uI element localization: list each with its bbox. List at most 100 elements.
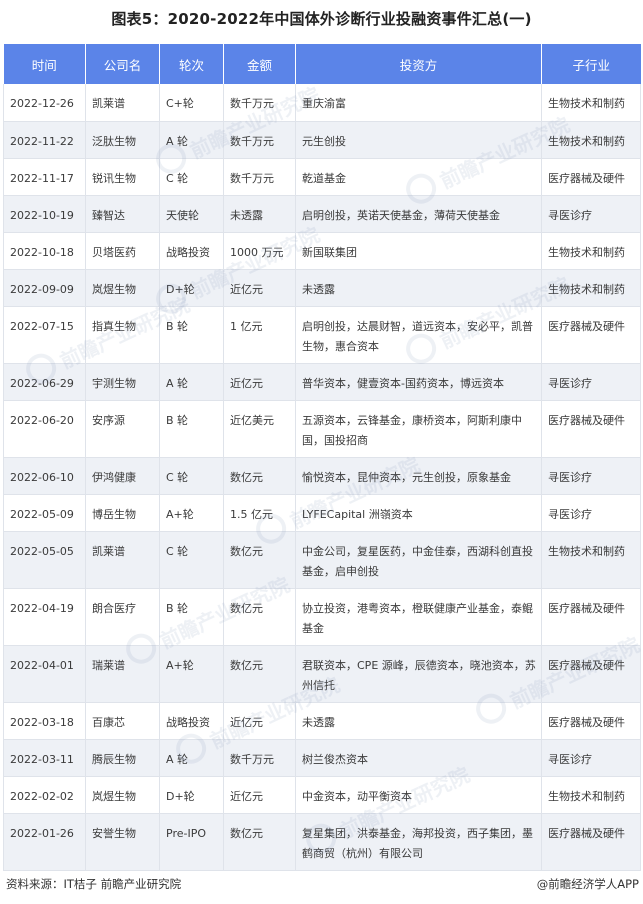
cell-round: B 轮: [159, 588, 224, 646]
cell-company: 锐讯生物: [85, 158, 160, 196]
table-row: 2022-01-26 安誉生物 Pre-IPO 数亿元 复星集团，洪泰基金，海邦…: [3, 813, 641, 871]
table-row: 2022-06-10 伊鸿健康 C 轮 数亿元 愉悦资本，昆仲资本，元生创投，原…: [3, 457, 641, 495]
figure-title: 图表5：2020-2022年中国体外诊断行业投融资事件汇总(一): [111, 10, 532, 28]
brand-credit: @前瞻经济学人APP: [536, 877, 639, 891]
cell-sector: 医疗器械及硬件: [541, 702, 641, 740]
cell-amount: 数千万元: [223, 121, 296, 159]
cell-company: 凯莱谱: [85, 84, 160, 122]
cell-investors: 中金资本，动平衡资本: [295, 776, 542, 814]
cell-investors: 未透露: [295, 702, 542, 740]
cell-round: B 轮: [159, 306, 224, 364]
cell-date: 2022-05-09: [3, 494, 86, 532]
cell-round: A 轮: [159, 739, 224, 777]
cell-company: 伊鸿健康: [85, 457, 160, 495]
cell-amount: 数亿元: [223, 588, 296, 646]
cell-sector: 寻医诊疗: [541, 195, 641, 233]
cell-sector: 医疗器械及硬件: [541, 813, 641, 871]
cell-investors: 协立投资，港粤资本，橙联健康产业基金，泰鲲基金: [295, 588, 542, 646]
cell-company: 臻智达: [85, 195, 160, 233]
cell-round: D+轮: [159, 776, 224, 814]
cell-round: C+轮: [159, 84, 224, 122]
cell-amount: 数亿元: [223, 813, 296, 871]
cell-date: 2022-11-17: [3, 158, 86, 196]
header-amount: 金额: [223, 44, 296, 84]
cell-round: 战略投资: [159, 702, 224, 740]
cell-round: A 轮: [159, 363, 224, 401]
cell-sector: 寻医诊疗: [541, 363, 641, 401]
cell-amount: 1 亿元: [223, 306, 296, 364]
cell-amount: 近亿元: [223, 702, 296, 740]
cell-sector: 生物技术和制药: [541, 121, 641, 159]
cell-amount: 近亿元: [223, 269, 296, 307]
table-row: 2022-04-01 瑞莱谱 A+轮 数亿元 君联资本，CPE 源峰，辰德资本，…: [3, 645, 641, 703]
cell-date: 2022-06-10: [3, 457, 86, 495]
cell-date: 2022-10-18: [3, 232, 86, 270]
cell-investors: 君联资本，CPE 源峰，辰德资本，晓池资本，苏州信托: [295, 645, 542, 703]
cell-round: A 轮: [159, 121, 224, 159]
cell-sector: 寻医诊疗: [541, 457, 641, 495]
cell-company: 博岳生物: [85, 494, 160, 532]
cell-investors: 复星集团，洪泰基金，海邦投资，西子集团，墨鹤商贸（杭州）有限公司: [295, 813, 542, 871]
cell-sector: 医疗器械及硬件: [541, 645, 641, 703]
cell-amount: 1000 万元: [223, 232, 296, 270]
table-row: 2022-07-15 指真生物 B 轮 1 亿元 启明创投，达晨财智，道远资本，…: [3, 306, 641, 364]
cell-company: 贝塔医药: [85, 232, 160, 270]
cell-amount: 数亿元: [223, 645, 296, 703]
cell-round: A+轮: [159, 645, 224, 703]
header-sector: 子行业: [541, 44, 641, 84]
cell-sector: 生物技术和制药: [541, 776, 641, 814]
cell-investors: 元生创投: [295, 121, 542, 159]
cell-company: 岚煜生物: [85, 269, 160, 307]
cell-investors: 未透露: [295, 269, 542, 307]
cell-company: 宇测生物: [85, 363, 160, 401]
cell-date: 2022-03-18: [3, 702, 86, 740]
cell-investors: 五源资本，云锋基金，康桥资本，阿斯利康中国，国投招商: [295, 400, 542, 458]
table-row: 2022-05-09 博岳生物 A+轮 1.5 亿元 LYFECapital 洲…: [3, 494, 641, 532]
cell-company: 安誉生物: [85, 813, 160, 871]
table-row: 2022-10-18 贝塔医药 战略投资 1000 万元 新国联集团 生物技术和…: [3, 232, 641, 270]
table-row: 2022-09-09 岚煜生物 D+轮 近亿元 未透露 生物技术和制药: [3, 269, 641, 307]
cell-date: 2022-12-26: [3, 84, 86, 122]
header-date: 时间: [3, 44, 86, 84]
table-row: 2022-03-11 腾辰生物 A 轮 数千万元 树兰俊杰资本 寻医诊疗: [3, 739, 641, 777]
cell-date: 2022-04-01: [3, 645, 86, 703]
cell-date: 2022-01-26: [3, 813, 86, 871]
cell-sector: 生物技术和制药: [541, 269, 641, 307]
cell-amount: 近亿元: [223, 363, 296, 401]
cell-round: Pre-IPO: [159, 813, 224, 871]
table-row: 2022-11-22 泛肽生物 A 轮 数千万元 元生创投 生物技术和制药: [3, 121, 641, 159]
cell-date: 2022-03-11: [3, 739, 86, 777]
cell-investors: 中金公司，复星医药，中金佳泰，西湖科创直投基金，启申创投: [295, 531, 542, 589]
cell-company: 百康芯: [85, 702, 160, 740]
cell-amount: 数千万元: [223, 84, 296, 122]
cell-date: 2022-06-20: [3, 400, 86, 458]
table-row: 2022-11-17 锐讯生物 C 轮 数千万元 乾道基金 医疗器械及硬件: [3, 158, 641, 196]
cell-sector: 生物技术和制药: [541, 84, 641, 122]
cell-sector: 医疗器械及硬件: [541, 400, 641, 458]
cell-investors: 树兰俊杰资本: [295, 739, 542, 777]
cell-round: 天使轮: [159, 195, 224, 233]
cell-investors: 启明创投，英诺天使基金，薄荷天使基金: [295, 195, 542, 233]
cell-round: D+轮: [159, 269, 224, 307]
cell-amount: 数千万元: [223, 158, 296, 196]
cell-amount: 数亿元: [223, 531, 296, 589]
cell-round: 战略投资: [159, 232, 224, 270]
cell-investors: 普华资本，健壹资本-国药资本，博远资本: [295, 363, 542, 401]
header-round: 轮次: [159, 44, 224, 84]
table-row: 2022-12-26 凯莱谱 C+轮 数千万元 重庆渝富 生物技术和制药: [3, 84, 641, 122]
cell-investors: 愉悦资本，昆仲资本，元生创投，原象基金: [295, 457, 542, 495]
table-header-row: 时间 公司名 轮次 金额 投资方 子行业: [3, 44, 641, 84]
cell-investors: 启明创投，达晨财智，道远资本，安必平，凯普生物，惠合资本: [295, 306, 542, 364]
table-row: 2022-04-19 朗合医疗 B 轮 数亿元 协立投资，港粤资本，橙联健康产业…: [3, 588, 641, 646]
cell-sector: 医疗器械及硬件: [541, 588, 641, 646]
cell-round: A+轮: [159, 494, 224, 532]
cell-amount: 近亿美元: [223, 400, 296, 458]
cell-sector: 生物技术和制药: [541, 531, 641, 589]
cell-round: C 轮: [159, 531, 224, 589]
table-row: 2022-02-02 岚煜生物 D+轮 近亿元 中金资本，动平衡资本 生物技术和…: [3, 776, 641, 814]
cell-sector: 寻医诊疗: [541, 739, 641, 777]
header-investors: 投资方: [295, 44, 542, 84]
cell-date: 2022-07-15: [3, 306, 86, 364]
cell-date: 2022-05-05: [3, 531, 86, 589]
cell-investors: 新国联集团: [295, 232, 542, 270]
